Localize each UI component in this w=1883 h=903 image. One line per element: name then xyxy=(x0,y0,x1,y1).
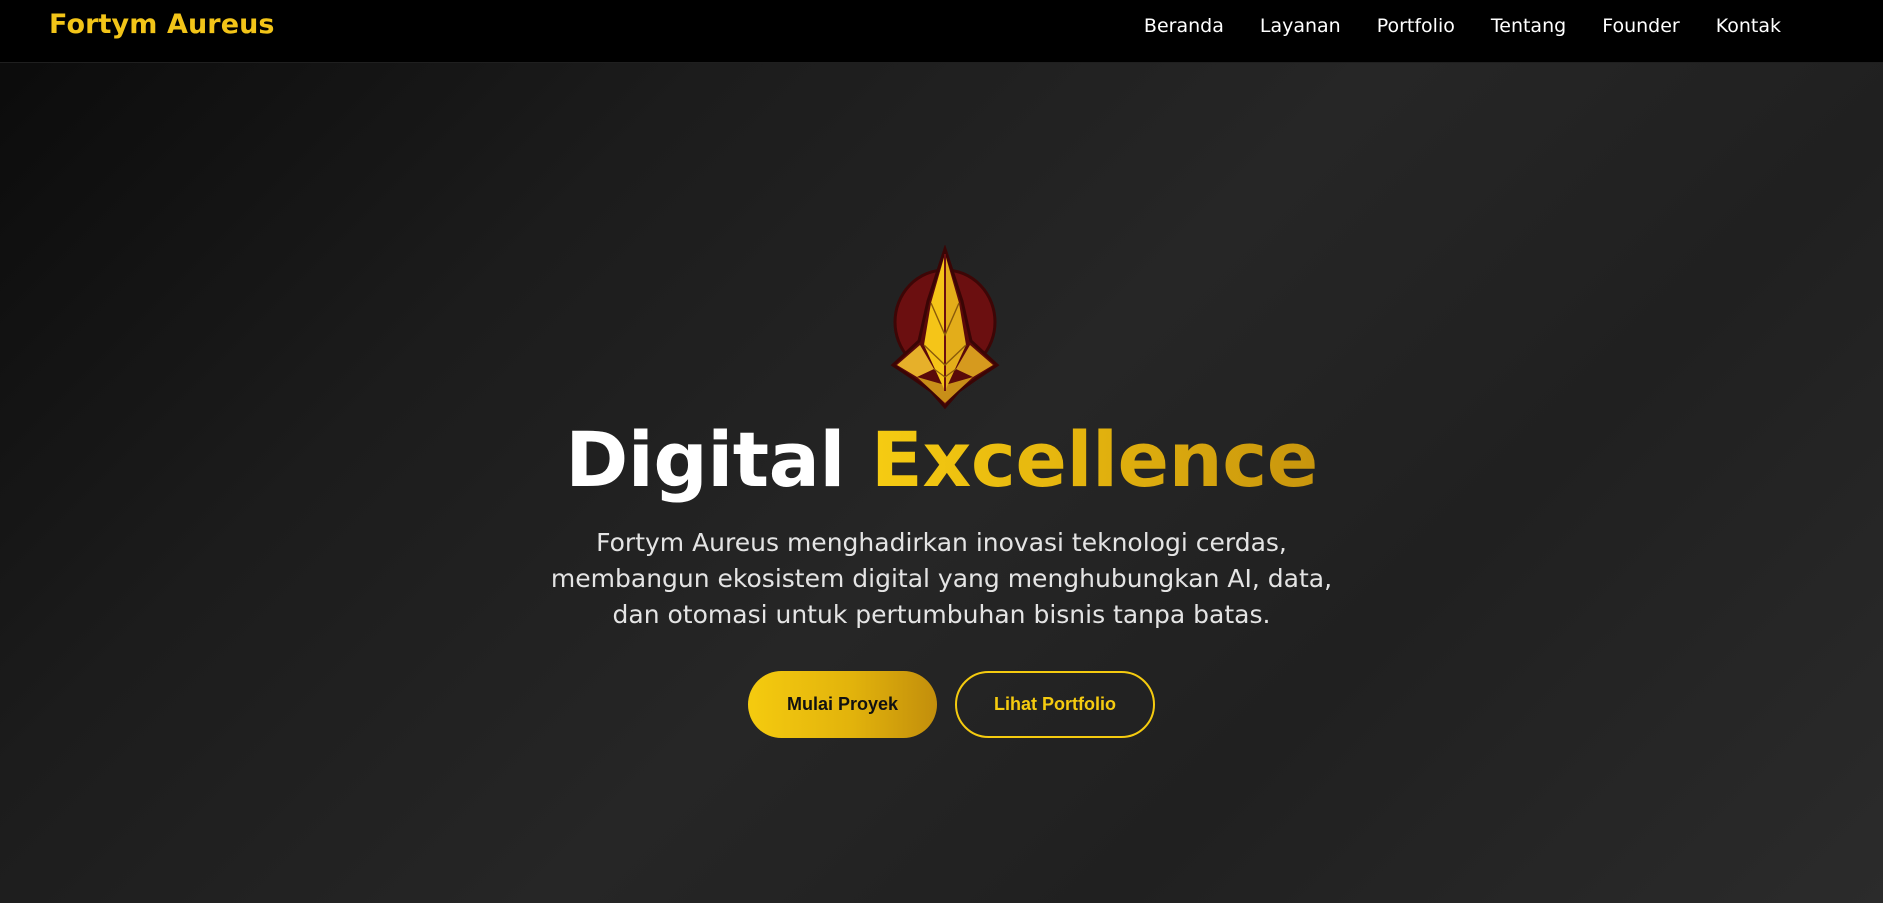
nav-link-portfolio[interactable]: Portfolio xyxy=(1377,15,1455,37)
nav-item-kontak: Kontak xyxy=(1716,15,1781,37)
hero-title-highlight: Excellence xyxy=(870,415,1318,504)
hero-subtitle-line: dan otomasi untuk pertumbuhan bisnis tan… xyxy=(612,600,1271,629)
top-navbar: Fortym Aureus Beranda Layanan Portfolio … xyxy=(0,0,1883,63)
hero-subtitle: Fortym Aureus menghadirkan inovasi tekno… xyxy=(0,525,1883,633)
page: Fortym Aureus Beranda Layanan Portfolio … xyxy=(0,0,1883,903)
golden-shield-emblem-icon xyxy=(890,245,1000,410)
hero-subtitle-line: membangun ekosistem digital yang menghub… xyxy=(550,564,1333,593)
hero-subtitle-line: Fortym Aureus menghadirkan inovasi tekno… xyxy=(596,528,1287,557)
hero-title-primary: Digital xyxy=(565,415,845,504)
nav-item-portfolio: Portfolio xyxy=(1377,15,1455,37)
nav-link-founder[interactable]: Founder xyxy=(1602,15,1680,37)
nav-item-beranda: Beranda xyxy=(1144,15,1224,37)
nav-link-tentang[interactable]: Tentang xyxy=(1491,15,1566,37)
nav-links: Beranda Layanan Portfolio Tentang Founde… xyxy=(1144,15,1781,37)
nav-item-founder: Founder xyxy=(1602,15,1680,37)
nav-link-kontak[interactable]: Kontak xyxy=(1716,15,1781,37)
view-portfolio-button[interactable]: Lihat Portfolio xyxy=(955,671,1155,738)
nav-item-tentang: Tentang xyxy=(1491,15,1566,37)
start-project-button[interactable]: Mulai Proyek xyxy=(748,671,937,738)
nav-item-layanan: Layanan xyxy=(1260,15,1341,37)
hero-title: Digital Excellence xyxy=(0,410,1883,510)
nav-link-beranda[interactable]: Beranda xyxy=(1144,15,1224,37)
nav-link-layanan[interactable]: Layanan xyxy=(1260,15,1341,37)
brand-logo-text[interactable]: Fortym Aureus xyxy=(49,9,275,40)
